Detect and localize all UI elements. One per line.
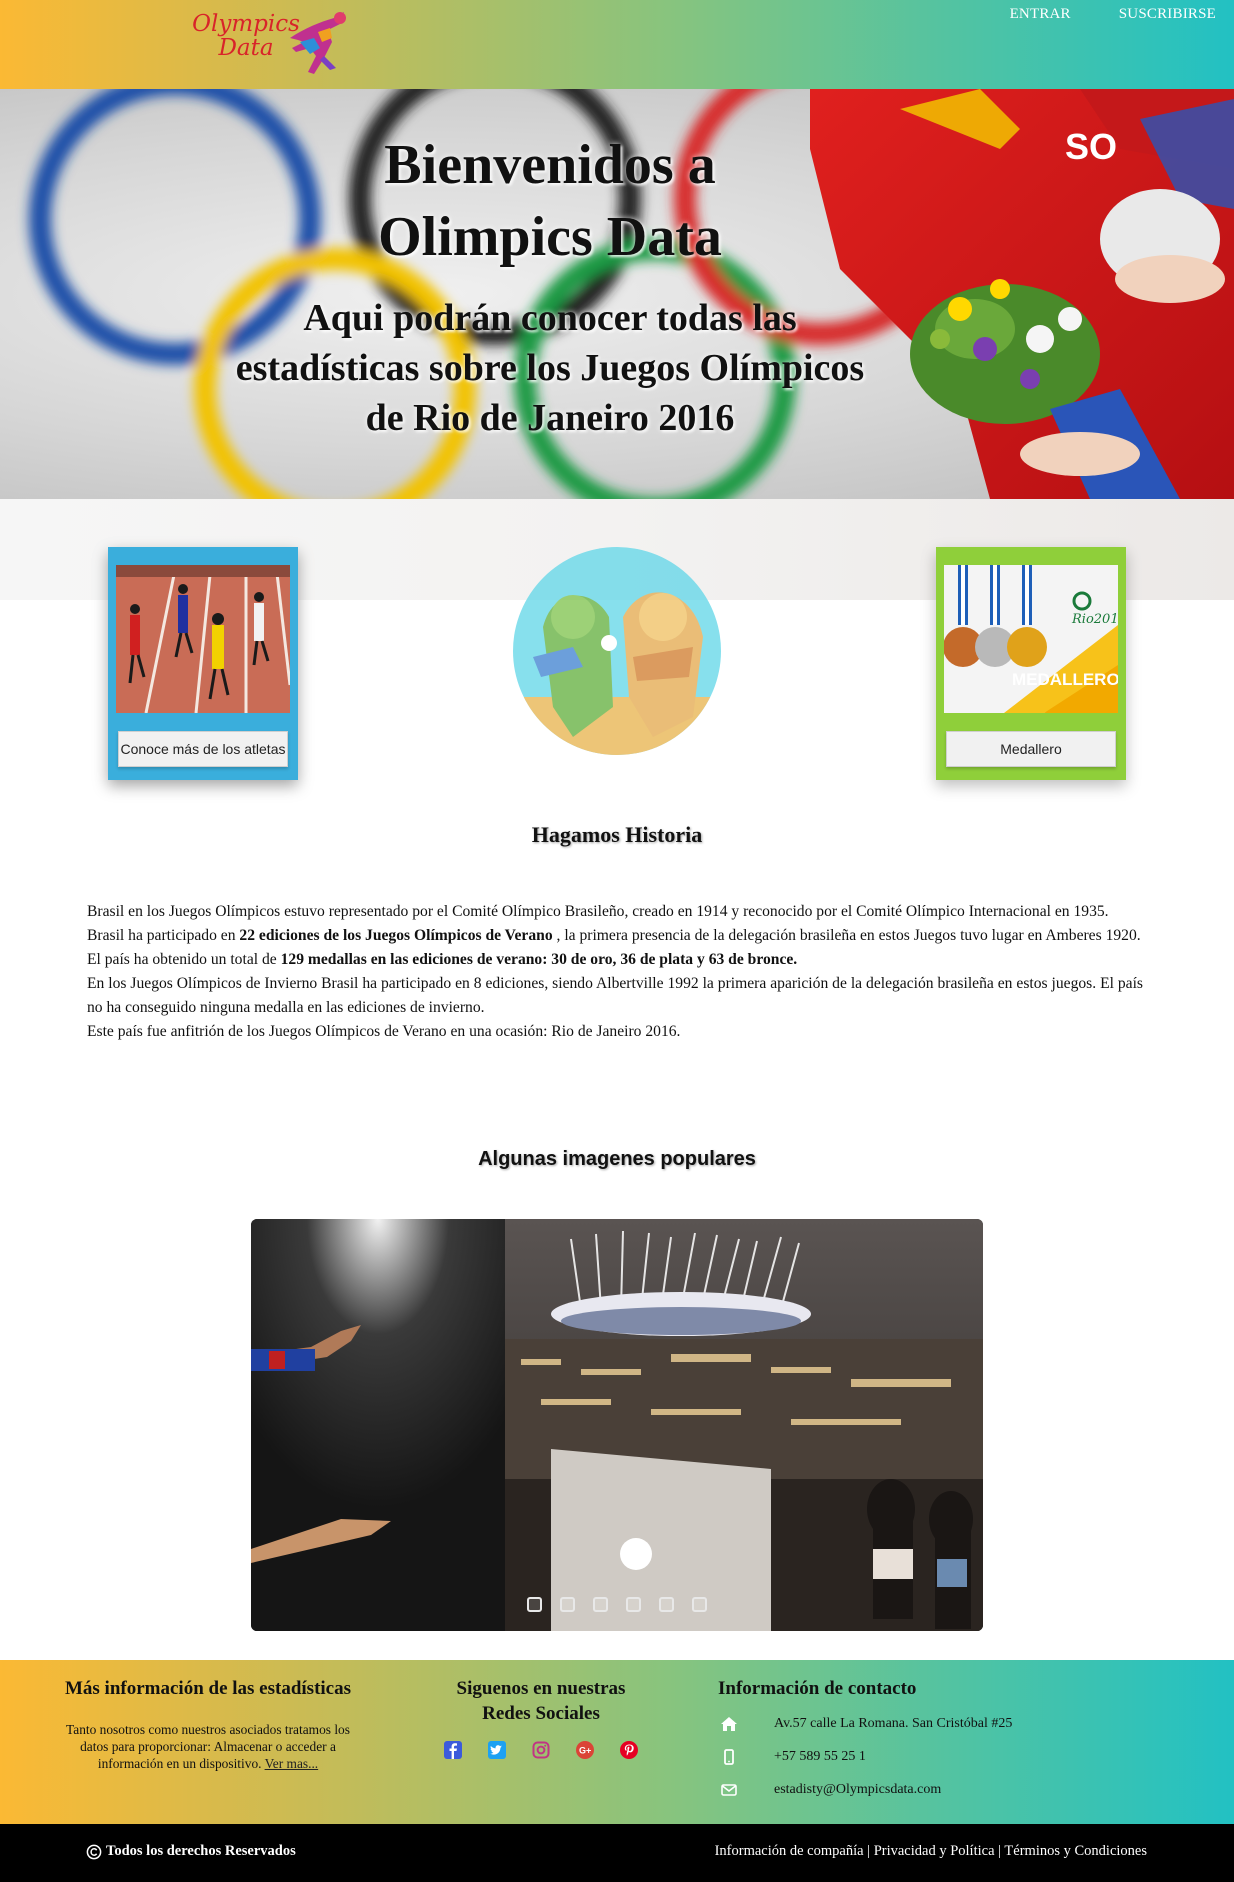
copyright-text: Todos los derechos Reservados: [106, 1843, 296, 1859]
history-text: Brasil en los Juegos Olímpicos estuvo re…: [87, 900, 1143, 1044]
history-paragraph-2: Brasil ha participado en 22 ediciones de…: [87, 924, 1143, 948]
history-p3-bold: 129 medallas en las ediciones de verano:…: [280, 951, 798, 968]
bottom-bar: Todos los derechos Reservados Informació…: [0, 1824, 1234, 1882]
carousel-dot-5[interactable]: [659, 1597, 674, 1612]
contact-phone-row: +57 589 55 25 1: [718, 1740, 1138, 1773]
contact-phone: +57 589 55 25 1: [774, 1748, 866, 1764]
footer-links: Información de compañía | Privacidad y P…: [715, 1843, 1147, 1860]
athletes-image: [116, 565, 290, 713]
history-paragraph-4: En los Juegos Olímpicos de Invierno Bras…: [87, 975, 1143, 1016]
envelope-icon: [718, 1782, 774, 1798]
medals-image: Rio2016 MEDALLERO: [944, 565, 1118, 713]
hero-subtitle-line-1: Aqui podrán conocer todas las: [303, 297, 797, 339]
site-footer: Más información de las estadísticas Tant…: [0, 1660, 1234, 1824]
footer-see-more-link[interactable]: Ver mas...: [265, 1756, 319, 1771]
social-icons: G+: [430, 1738, 652, 1762]
home-icon: [718, 1716, 774, 1732]
hero-title: Bienvenidos a Olimpics Data: [160, 129, 940, 273]
athletes-card[interactable]: Conoce más de los atletas: [108, 547, 298, 780]
history-paragraph-3: El país ha obtenido un total de 129 meda…: [87, 948, 1143, 972]
hero-text: Bienvenidos a Olimpics Data Aqui podrán …: [160, 129, 940, 443]
runner-icon: [290, 12, 346, 74]
history-p2-text-a: Brasil ha participado en: [87, 927, 240, 944]
carousel-indicators: [527, 1597, 707, 1612]
carousel-dot-3[interactable]: [593, 1597, 608, 1612]
history-paragraph-1: Brasil en los Juegos Olímpicos estuvo re…: [87, 903, 1109, 920]
site-logo[interactable]: Olympics Data: [186, 8, 356, 82]
footer-contact-column: Información de contacto Av.57 calle La R…: [718, 1676, 1138, 1806]
medals-card[interactable]: Rio2016 MEDALLERO Medallero: [936, 547, 1126, 780]
terms-conditions-link[interactable]: Términos y Condiciones: [1004, 1843, 1147, 1859]
contact-email[interactable]: estadisty@Olympicsdata.com: [774, 1782, 941, 1798]
contact-address-row: Av.57 calle La Romana. San Cristóbal #25: [718, 1707, 1138, 1740]
hero-title-line-1: Bienvenidos a: [384, 134, 716, 196]
carousel-dot-1[interactable]: [527, 1597, 542, 1612]
copyright-icon: [86, 1844, 102, 1859]
medals-button[interactable]: Medallero: [946, 731, 1116, 767]
footer-social-title: Siguenos en nuestras Redes Sociales: [456, 1678, 626, 1724]
company-info-link[interactable]: Información de compañía: [715, 1843, 864, 1859]
image-carousel[interactable]: [251, 1219, 983, 1631]
history-p2-bold: 22 ediciones de los Juegos Olímpicos de …: [239, 927, 553, 944]
carousel-dot-4[interactable]: [626, 1597, 641, 1612]
svg-text:G+: G+: [579, 1746, 591, 1756]
footer-info-title: Más información de las estadísticas: [64, 1678, 352, 1699]
carousel-slide-image: [251, 1219, 983, 1631]
link-separator: |: [998, 1843, 1002, 1859]
shirt-text: SO: [1065, 126, 1117, 167]
footer-info-column: Más información de las estadísticas Tant…: [60, 1676, 356, 1772]
mobile-phone-icon: [718, 1748, 774, 1765]
history-p3-text-a: El país ha obtenido un total de: [87, 951, 281, 968]
footer-social-column: Siguenos en nuestras Redes Sociales G+: [430, 1676, 652, 1762]
rio-logo-text: Rio2016: [1071, 612, 1118, 627]
footer-contact-title: Información de contacto: [718, 1678, 917, 1699]
carousel-dot-2[interactable]: [560, 1597, 575, 1612]
hero-banner: SO Bienvenidos a Olimpics Data Aqui podr…: [0, 89, 1234, 499]
carousel-dot-6[interactable]: [692, 1597, 707, 1612]
login-link[interactable]: ENTRAR: [980, 6, 1089, 23]
privacy-policy-link[interactable]: Privacidad y Política: [874, 1843, 995, 1859]
site-header: Olympics Data ENTRAR SUSCRIBIRSE: [0, 0, 1234, 89]
hero-subtitle-line-2: estadísticas sobre los Juegos Olímpicos: [235, 347, 865, 389]
hero-subtitle: Aqui podrán conocer todas las estadístic…: [160, 293, 940, 443]
contact-address: Av.57 calle La Romana. San Cristóbal #25: [774, 1715, 1013, 1731]
gallery-title: Algunas imagenes populares: [478, 1148, 756, 1170]
google-plus-icon[interactable]: G+: [573, 1738, 597, 1762]
pinterest-icon[interactable]: [617, 1738, 641, 1762]
top-nav: ENTRAR SUSCRIBIRSE: [980, 6, 1234, 23]
instagram-icon[interactable]: [529, 1738, 553, 1762]
hero-subtitle-line-3: de Rio de Janeiro 2016: [365, 397, 735, 439]
mascots-image[interactable]: [513, 547, 721, 755]
medallero-image-text: MEDALLERO: [1012, 670, 1118, 689]
hero-title-line-2: Olimpics Data: [378, 206, 722, 268]
athletes-button[interactable]: Conoce más de los atletas: [118, 731, 288, 767]
copyright: Todos los derechos Reservados: [86, 1843, 296, 1860]
history-title: Hagamos Historia: [531, 822, 703, 847]
contact-email-row: estadisty@Olympicsdata.com: [718, 1773, 1138, 1806]
history-paragraph-5: Este país fue anfitrión de los Juegos Ol…: [87, 1023, 681, 1040]
link-separator: |: [867, 1843, 871, 1859]
footer-info-text: Tanto nosotros como nuestros asociados t…: [60, 1721, 356, 1772]
facebook-icon[interactable]: [441, 1738, 465, 1762]
twitter-icon[interactable]: [485, 1738, 509, 1762]
subscribe-link[interactable]: SUSCRIBIRSE: [1089, 6, 1234, 23]
history-p2-text-c: , la primera presencia de la delegación …: [552, 927, 1141, 944]
